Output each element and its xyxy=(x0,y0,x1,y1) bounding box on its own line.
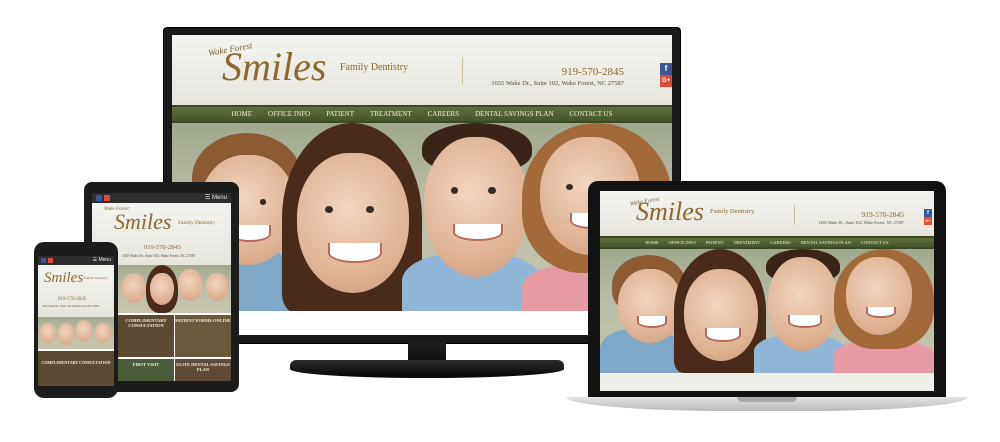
hero-eye xyxy=(325,206,333,214)
menu-button[interactable]: ☰ Menu xyxy=(93,257,111,263)
hero-face xyxy=(150,273,174,305)
hero-face xyxy=(76,320,92,342)
nav-home[interactable]: HOME xyxy=(645,240,658,245)
hero-woman-face xyxy=(297,153,409,293)
hero-smile xyxy=(637,316,667,328)
phone-header: Smiles Family Dentistry 919-570-2845 165… xyxy=(38,265,114,317)
hero-smile xyxy=(328,242,382,263)
main-nav: HOME OFFICE INFO PATIENT TREATMENT CAREE… xyxy=(600,236,934,249)
facebook-icon[interactable]: f xyxy=(924,209,932,217)
hero-boy-face xyxy=(618,269,682,343)
nav-careers[interactable]: CAREERS xyxy=(428,110,460,118)
tile-first-visit[interactable]: FIRST VISIT xyxy=(118,359,174,381)
header-phone[interactable]: 919-570-2845 xyxy=(862,211,905,219)
nav-office-info[interactable]: OFFICE INFO xyxy=(268,110,310,118)
hero-family-photo xyxy=(38,317,114,349)
social-links: f G+ xyxy=(660,63,672,87)
header-address: 1655 Wake Dr., Suite 102, Wake Forest, N… xyxy=(491,80,624,87)
hero-smile xyxy=(865,306,897,319)
google-plus-icon[interactable]: G+ xyxy=(660,75,672,87)
tile-patient-forms[interactable]: PATIENT FORMS ONLINE xyxy=(175,315,231,357)
hero-face xyxy=(178,269,202,301)
nav-patient[interactable]: PATIENT xyxy=(326,110,354,118)
logo-tagline: Family Dentistry xyxy=(340,62,409,73)
facebook-icon[interactable]: f xyxy=(660,63,672,75)
social-links: f G+ xyxy=(924,209,932,225)
site-header: Wake Forest Smiles Family Dentistry 919-… xyxy=(172,35,672,107)
hero-smile xyxy=(787,315,823,328)
header-divider xyxy=(794,205,795,225)
nav-contact-us[interactable]: CONTACT US xyxy=(861,240,889,245)
header-divider xyxy=(462,57,463,85)
site-header: Wake Forest Smiles Family Dentistry 919-… xyxy=(600,191,934,237)
header-address: 1655 Wake Dr., Suite 102, Wake Forest, N… xyxy=(122,254,196,258)
hero-smile xyxy=(704,327,742,342)
nav-patient[interactable]: PATIENT xyxy=(706,240,724,245)
nav-contact-us[interactable]: CONTACT US xyxy=(570,110,613,118)
logo-tagline: Family Dentistry xyxy=(84,276,108,280)
header-phone[interactable]: 919-570-2845 xyxy=(562,67,624,78)
hero-smile xyxy=(453,223,503,242)
hero-face xyxy=(206,273,228,301)
facebook-icon[interactable] xyxy=(41,258,46,263)
logo-tagline: Family Dentistry xyxy=(178,220,216,226)
hero-face xyxy=(58,323,74,345)
logo-main-text[interactable]: Smiles xyxy=(636,199,704,225)
hero-face xyxy=(122,273,146,303)
nav-careers[interactable]: CAREERS xyxy=(770,240,790,245)
tile-elite-dental-savings[interactable]: ELITE DENTAL SAVINGS PLAN xyxy=(175,359,231,381)
google-plus-icon[interactable]: G+ xyxy=(924,217,932,225)
hero-eye xyxy=(566,184,573,191)
hero-face xyxy=(40,323,56,343)
header-address: 1655 Wake Dr., Suite 102, Wake Forest, N… xyxy=(818,220,904,225)
logo-tagline: Family Dentistry xyxy=(710,208,755,215)
hero-family-photo xyxy=(600,249,934,373)
laptop-notch xyxy=(737,397,797,402)
nav-dental-savings-plan[interactable]: DENTAL SAVINGS PLAN xyxy=(801,240,851,245)
hero-eye xyxy=(451,187,459,195)
hero-eye xyxy=(259,199,267,205)
logo-main-text[interactable]: Smiles xyxy=(114,211,171,233)
header-phone[interactable]: 919-570-2845 xyxy=(58,297,86,302)
tile-complimentary-consultation[interactable]: COMPLIMENTARY CONSULTATION xyxy=(38,351,114,386)
facebook-icon[interactable] xyxy=(96,195,102,201)
tablet-topbar: ☰ Menu xyxy=(92,193,231,203)
nav-treatment[interactable]: TREATMENT xyxy=(370,110,412,118)
hero-eye xyxy=(366,206,375,214)
nav-treatment[interactable]: TREATMENT xyxy=(734,240,761,245)
hero-girl-face xyxy=(846,257,912,335)
phone-topbar: ☰ Menu xyxy=(38,256,114,265)
hero-woman-face xyxy=(684,269,758,361)
hero-face xyxy=(95,323,111,343)
menu-button[interactable]: ☰ Menu xyxy=(205,194,227,201)
laptop-content-strip xyxy=(600,373,934,391)
hero-family-photo xyxy=(118,265,231,313)
tv-stand-base xyxy=(290,360,564,378)
main-nav: HOME OFFICE INFO PATIENT TREATMENT CAREE… xyxy=(172,105,672,123)
phone-screen: ☰ Menu Smiles Family Dentistry 919-570-2… xyxy=(38,256,114,386)
hero-man-face xyxy=(768,257,838,351)
nav-home[interactable]: HOME xyxy=(231,110,252,118)
header-phone[interactable]: 919-570-2845 xyxy=(144,244,181,252)
hero-man-face xyxy=(424,137,528,277)
nav-dental-savings-plan[interactable]: DENTAL SAVINGS PLAN xyxy=(475,110,553,118)
google-plus-icon[interactable] xyxy=(48,258,53,263)
google-plus-icon[interactable] xyxy=(104,195,110,201)
logo-main-text[interactable]: Smiles xyxy=(222,47,326,87)
header-address: 1655 Wake Dr., Suite 102, Wake Forest, N… xyxy=(42,305,100,308)
hero-eye xyxy=(488,187,496,195)
logo-main-text[interactable]: Smiles xyxy=(44,271,83,286)
tile-complimentary-consultation[interactable]: COMPLIMENTARY CONSULTATION xyxy=(118,315,174,357)
laptop-screen: Wake Forest Smiles Family Dentistry 919-… xyxy=(600,191,934,391)
nav-office-info[interactable]: OFFICE INFO xyxy=(669,240,696,245)
